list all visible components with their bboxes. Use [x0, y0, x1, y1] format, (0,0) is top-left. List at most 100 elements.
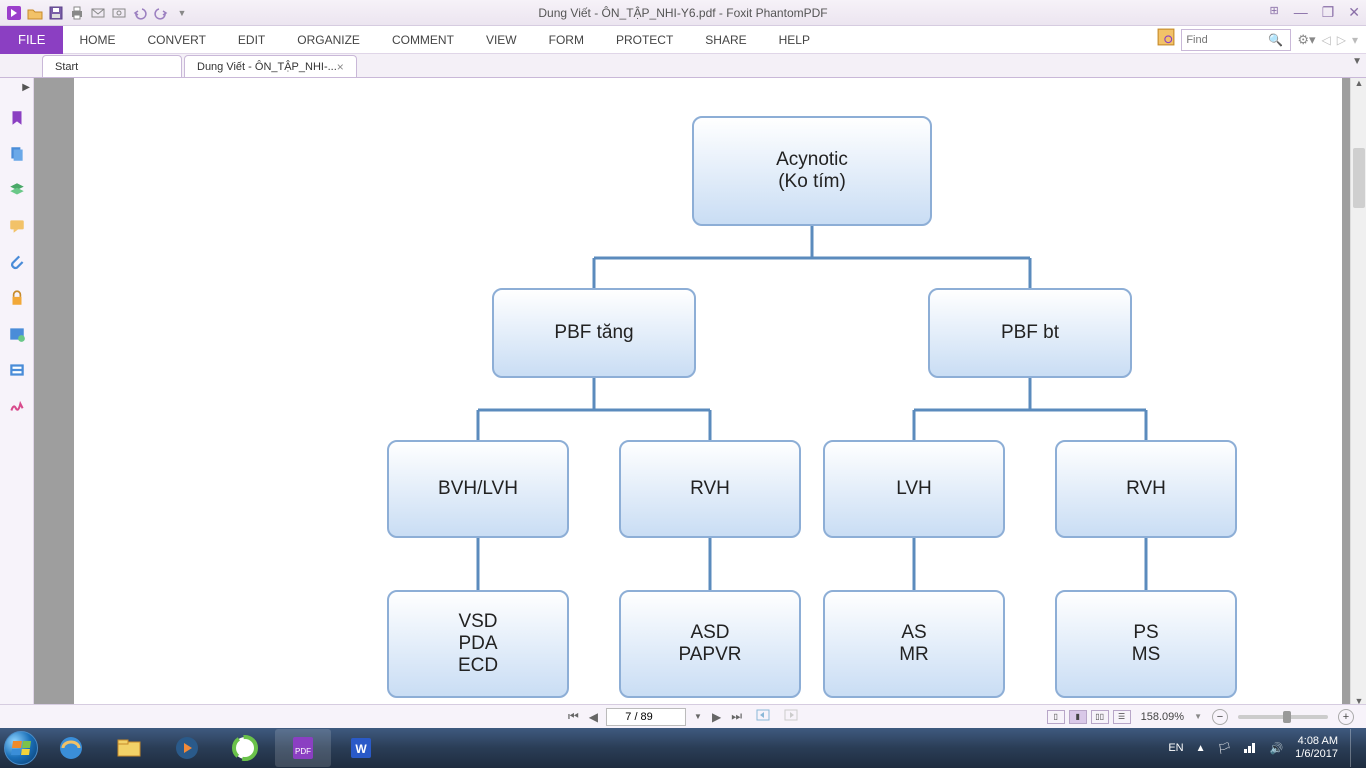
zoom-thumb[interactable] — [1283, 711, 1291, 723]
node-l3b: RVH — [619, 440, 801, 538]
page-input[interactable] — [606, 708, 686, 726]
find-box[interactable]: 🔍 — [1181, 29, 1291, 51]
taskbar-ie[interactable] — [43, 729, 99, 767]
menu-organize[interactable]: ORGANIZE — [281, 26, 376, 54]
menu-home[interactable]: HOME — [63, 26, 131, 54]
form-icon[interactable] — [6, 359, 28, 381]
find-input[interactable] — [1186, 34, 1268, 46]
menu-form[interactable]: FORM — [533, 26, 600, 54]
layers-icon[interactable] — [6, 179, 28, 201]
email-icon[interactable] — [88, 3, 108, 23]
qat-dropdown-icon[interactable]: ▼ — [172, 3, 192, 23]
tray-show-hidden-icon[interactable]: ▲ — [1196, 743, 1206, 754]
security-icon[interactable] — [6, 287, 28, 309]
quick-access-toolbar: ▼ — [0, 3, 192, 23]
attachments-icon[interactable] — [6, 251, 28, 273]
page-dropdown-icon[interactable]: ▼ — [692, 712, 704, 721]
zoom-dropdown-icon[interactable]: ▼ — [1194, 712, 1202, 721]
menu-protect[interactable]: PROTECT — [600, 26, 689, 54]
tab-start[interactable]: Start — [42, 55, 182, 77]
menu-edit[interactable]: EDIT — [222, 26, 281, 54]
menu-share[interactable]: SHARE — [689, 26, 762, 54]
scroll-thumb[interactable] — [1353, 148, 1365, 208]
search-icon[interactable]: 🔍 — [1268, 33, 1283, 47]
search-toggle-icon[interactable] — [1157, 28, 1175, 51]
tab-close-icon[interactable]: × — [337, 60, 344, 74]
redo-icon[interactable] — [151, 3, 171, 23]
sign-icon[interactable] — [6, 395, 28, 417]
start-button[interactable] — [0, 728, 42, 768]
taskbar-word[interactable]: W — [333, 729, 389, 767]
tab-document[interactable]: Dung Viết - ÔN_TẬP_NHI-... × — [184, 55, 357, 77]
undo-icon[interactable] — [130, 3, 150, 23]
comments-icon[interactable] — [6, 215, 28, 237]
restore-icon[interactable]: ❐ — [1322, 4, 1335, 21]
taskbar-mediaplayer[interactable] — [159, 729, 215, 767]
save-icon[interactable] — [46, 3, 66, 23]
bookmarks-icon[interactable] — [6, 107, 28, 129]
menu-comment[interactable]: COMMENT — [376, 26, 470, 54]
taskbar: PDF W EN ▲ 🏳 🔊 4:08 AM 1/6/2017 — [0, 728, 1366, 768]
tray-language[interactable]: EN — [1168, 742, 1183, 754]
menu-convert[interactable]: CONVERT — [131, 26, 221, 54]
print-icon[interactable] — [67, 3, 87, 23]
first-page-icon[interactable]: ⏮ — [566, 709, 581, 724]
node-l3a: BVH/LVH — [387, 440, 569, 538]
taskbar-coccoc[interactable] — [217, 729, 273, 767]
tray-clock[interactable]: 4:08 AM 1/6/2017 — [1295, 735, 1338, 761]
taskbar-explorer[interactable] — [101, 729, 157, 767]
nav-next-icon[interactable]: ▷ — [1337, 33, 1346, 47]
nav-menu-icon[interactable]: ▾ — [1352, 33, 1358, 47]
view-facing-icon[interactable]: ▯▯ — [1091, 710, 1109, 724]
vertical-scrollbar[interactable]: ▲ ▼ — [1350, 78, 1366, 712]
zoom-level: 158.09% — [1141, 711, 1184, 723]
scroll-up-icon[interactable]: ▲ — [1351, 78, 1366, 94]
node-root-line2: (Ko tím) — [778, 171, 846, 193]
nav-prev-icon[interactable]: ◁ — [1322, 33, 1331, 47]
node-l2a: PBF tăng — [492, 288, 696, 378]
menu-view[interactable]: VIEW — [470, 26, 533, 54]
history-forward-icon[interactable] — [780, 708, 800, 725]
menu-help[interactable]: HELP — [763, 26, 826, 54]
history-back-icon[interactable] — [750, 708, 774, 725]
next-page-icon[interactable]: ▶ — [710, 710, 723, 724]
node-l4c-2: MR — [899, 644, 929, 666]
tray-network-icon[interactable] — [1243, 740, 1257, 757]
view-continuous-facing-icon[interactable]: ☰ — [1113, 710, 1131, 724]
tray-flag-icon[interactable]: 🏳 — [1218, 742, 1232, 755]
node-l4a: VSD PDA ECD — [387, 590, 569, 698]
node-l4a-1: VSD — [458, 611, 497, 633]
pdf-page: Acynotic (Ko tím) PBF tăng PBF bt BVH/LV… — [74, 78, 1342, 712]
view-continuous-icon[interactable]: ▮ — [1069, 710, 1087, 724]
close-icon[interactable]: ✕ — [1348, 4, 1360, 21]
node-root-line1: Acynotic — [776, 149, 848, 171]
minimize-icon[interactable]: — — [1294, 4, 1308, 21]
side-collapse-icon[interactable]: ▶ — [22, 82, 33, 93]
last-page-icon[interactable]: ⏭ — [729, 709, 744, 724]
side-panel: ▶ — [0, 78, 34, 712]
grid-icon[interactable]: ⊞ — [1269, 4, 1279, 21]
svg-text:W: W — [355, 742, 367, 756]
settings-icon[interactable]: ⚙▾ — [1297, 32, 1315, 48]
snapshot-icon[interactable] — [109, 3, 129, 23]
system-tray: EN ▲ 🏳 🔊 4:08 AM 1/6/2017 — [1168, 729, 1366, 767]
prev-page-icon[interactable]: ◀ — [587, 710, 600, 724]
document-area: Acynotic (Ko tím) PBF tăng PBF bt BVH/LV… — [34, 78, 1366, 712]
document-tabs: Start Dung Viết - ÔN_TẬP_NHI-... × — [0, 54, 1366, 78]
view-single-icon[interactable]: ▯ — [1047, 710, 1065, 724]
show-desktop-button[interactable] — [1350, 729, 1358, 767]
zoom-in-icon[interactable]: + — [1338, 709, 1354, 725]
taskbar-foxit[interactable]: PDF — [275, 729, 331, 767]
zoom-slider[interactable] — [1238, 715, 1328, 719]
node-l4b-2: PAPVR — [678, 644, 741, 666]
node-l2a-label: PBF tăng — [554, 322, 633, 344]
file-tab[interactable]: FILE — [0, 26, 63, 54]
tray-volume-icon[interactable]: 🔊 — [1269, 742, 1283, 755]
tray-date: 1/6/2017 — [1295, 748, 1338, 761]
signatures-icon[interactable] — [6, 323, 28, 345]
ribbon-collapse-icon[interactable]: ▼ — [1352, 56, 1362, 67]
node-l3d: RVH — [1055, 440, 1237, 538]
open-icon[interactable] — [25, 3, 45, 23]
pages-icon[interactable] — [6, 143, 28, 165]
zoom-out-icon[interactable]: − — [1212, 709, 1228, 725]
